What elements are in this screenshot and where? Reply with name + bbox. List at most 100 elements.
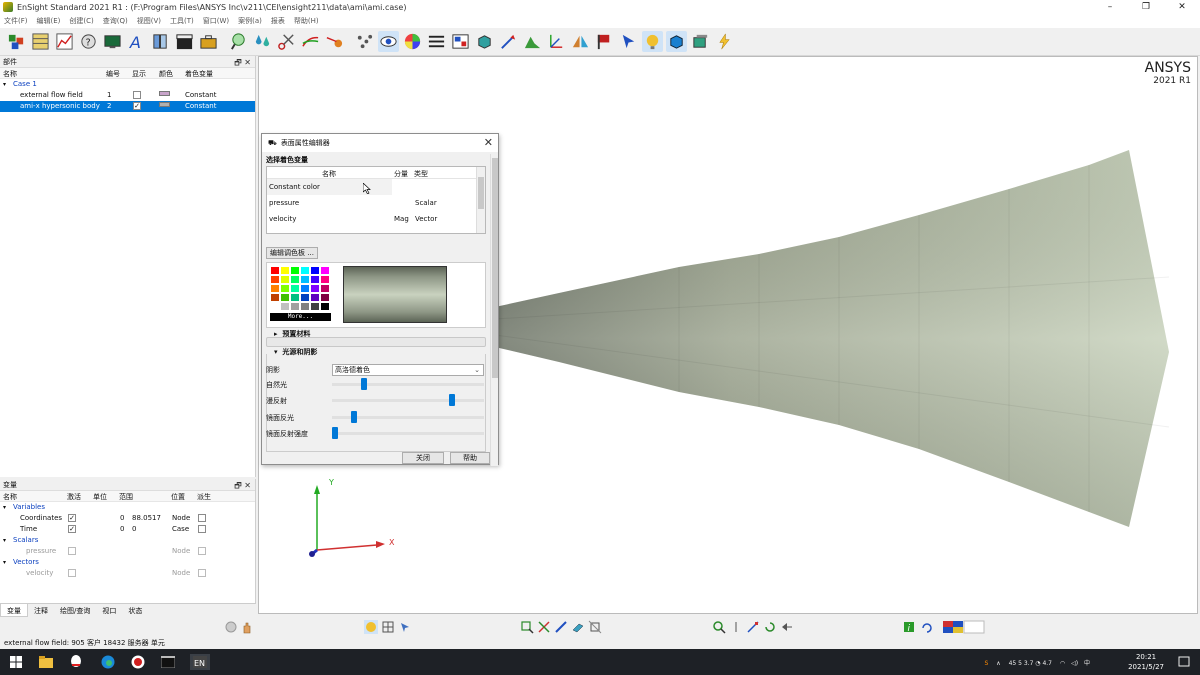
color-var-scrollbar[interactable] [476, 167, 485, 233]
col-color-var[interactable]: 着色变量 [185, 69, 213, 79]
dialog-title-bar[interactable]: ⛟ 表面属性编辑器 ✕ [262, 134, 498, 152]
ime-lang-icon[interactable]: 中 [1084, 660, 1090, 667]
color-var-scroll-thumb[interactable] [478, 177, 484, 209]
part-visible-checkbox[interactable]: ✓ [133, 102, 141, 110]
taskbar-clock[interactable]: 20:21 2021/5/27 [1128, 652, 1164, 672]
color-var-row-pressure[interactable]: pressure Scalar [267, 195, 485, 211]
tab-plot-query[interactable]: 绘图/查询 [54, 604, 96, 617]
tab-variables[interactable]: 变量 [0, 604, 28, 617]
more-colors-button[interactable]: More... [270, 313, 331, 321]
dialog-scroll-thumb[interactable] [492, 158, 498, 378]
var-derived-checkbox[interactable] [198, 569, 206, 577]
var-active-checkbox[interactable] [68, 569, 76, 577]
streamline-tool-button[interactable] [300, 31, 321, 52]
recorder-icon[interactable] [130, 654, 146, 670]
part-color-swatch[interactable] [159, 91, 170, 96]
collapse-arrow-icon[interactable]: ▾ [3, 81, 6, 88]
color-swatch[interactable] [280, 293, 290, 302]
record-icon[interactable] [224, 620, 238, 634]
diffuse-slider-thumb[interactable] [448, 394, 455, 406]
minimize-button[interactable]: – [1092, 0, 1128, 14]
color-swatch[interactable] [310, 284, 320, 293]
col-id[interactable]: 编号 [106, 69, 120, 79]
dialog-scrollbar[interactable] [490, 154, 498, 466]
group-vectors[interactable]: ▾ Vectors [0, 557, 255, 568]
color-swatch[interactable] [290, 266, 300, 275]
specular-intensity-slider-track[interactable] [332, 432, 484, 435]
menu-create[interactable]: 创建(C) [69, 16, 93, 26]
color-swatch[interactable] [310, 302, 320, 311]
color-swatch[interactable] [320, 275, 330, 284]
elevate-tool-button[interactable] [522, 31, 543, 52]
tab-viewports[interactable]: 视口 [96, 604, 122, 617]
image-tool-button[interactable] [450, 31, 471, 52]
shading-dropdown[interactable]: 高洛德着色 ⌄ [332, 364, 484, 376]
color-swatch[interactable] [270, 302, 280, 311]
drops-tool-button[interactable] [252, 31, 273, 52]
color-swatch[interactable] [280, 302, 290, 311]
ambient-slider-track[interactable] [332, 383, 484, 386]
color-swatch[interactable] [270, 293, 280, 302]
menu-edit[interactable]: 编辑(E) [37, 16, 61, 26]
part-row-hypersonic-body[interactable]: ami-x hypersonic body 2 ✓ Constant [0, 101, 255, 112]
color-swatch[interactable] [310, 275, 320, 284]
help-button[interactable]: 帮助 [450, 452, 490, 464]
var-active-checkbox[interactable] [68, 547, 76, 555]
menu-help[interactable]: 帮助(H) [294, 16, 319, 26]
color-swatch[interactable] [320, 293, 330, 302]
menu-view[interactable]: 视图(V) [137, 16, 161, 26]
system-tray[interactable]: S ∧ 45 5 3.7 ◔ 4.7 ◠ ◁) 中 [985, 658, 1090, 667]
diffuse-slider-track[interactable] [332, 399, 484, 402]
var-row-time[interactable]: Time ✓ 0 0 Case [0, 524, 255, 535]
ambient-slider-thumb[interactable] [361, 378, 368, 390]
color-swatch[interactable] [280, 275, 290, 284]
color-swatch[interactable] [290, 293, 300, 302]
collapse-arrow-icon[interactable]: ▾ [3, 504, 6, 511]
edge-browser-icon[interactable] [100, 654, 116, 670]
color-var-row-constant[interactable]: Constant color [267, 179, 392, 195]
parts-tool-button[interactable] [6, 31, 27, 52]
reset-view-icon[interactable] [763, 620, 777, 634]
toolbox-tool-button[interactable] [198, 31, 219, 52]
zoom-icon[interactable] [712, 620, 726, 634]
edit-palette-button[interactable]: 编辑调色板 ... [266, 247, 318, 259]
ime-icon[interactable]: S [985, 660, 989, 667]
clip-tool-button[interactable] [276, 31, 297, 52]
close-window-button[interactable]: ✕ [1164, 0, 1200, 14]
color-tool-button[interactable] [402, 31, 423, 52]
col-location[interactable]: 位置 [171, 492, 185, 502]
color-swatch[interactable] [300, 275, 310, 284]
hidden-line-tool-button[interactable] [690, 31, 711, 52]
color-swatch[interactable] [290, 302, 300, 311]
color-swatch[interactable] [280, 266, 290, 275]
undo-icon[interactable] [919, 620, 933, 634]
terminal-icon[interactable] [160, 654, 176, 670]
flag-tool-button[interactable] [594, 31, 615, 52]
query-tool-button[interactable]: ? [78, 31, 99, 52]
color-swatch[interactable] [300, 266, 310, 275]
ensight-taskbar-icon[interactable]: EN [190, 654, 210, 670]
col-name[interactable]: 名称 [3, 69, 17, 79]
wifi-icon[interactable]: ◠ [1060, 660, 1065, 667]
volume-icon[interactable]: ◁) [1071, 660, 1078, 667]
viewport-layout-icon[interactable] [942, 620, 986, 634]
box-tool-icon[interactable] [588, 620, 602, 634]
select-icon[interactable] [398, 620, 412, 634]
col-active[interactable]: 激活 [67, 492, 81, 502]
transform-tool-button[interactable] [546, 31, 567, 52]
chevron-up-icon[interactable]: ∧ [996, 660, 1000, 667]
cube-tool-button[interactable] [474, 31, 495, 52]
symmetry-tool-button[interactable] [570, 31, 591, 52]
col-show[interactable]: 显示 [132, 69, 146, 79]
visibility-tool-button[interactable] [378, 31, 399, 52]
dialog-close-icon[interactable]: ✕ [484, 136, 493, 149]
color-swatch[interactable] [320, 302, 330, 311]
col-derived[interactable]: 派生 [197, 492, 211, 502]
var-active-checkbox[interactable]: ✓ [68, 525, 76, 533]
var-row-coordinates[interactable]: Coordinates ✓ 0 88.0517 Node [0, 513, 255, 524]
probe-tool-button[interactable] [228, 31, 249, 52]
zoom-region-icon[interactable] [520, 620, 534, 634]
group-scalars[interactable]: ▾ Scalars [0, 535, 255, 546]
col-color[interactable]: 颜色 [159, 69, 173, 79]
color-swatch[interactable] [300, 284, 310, 293]
